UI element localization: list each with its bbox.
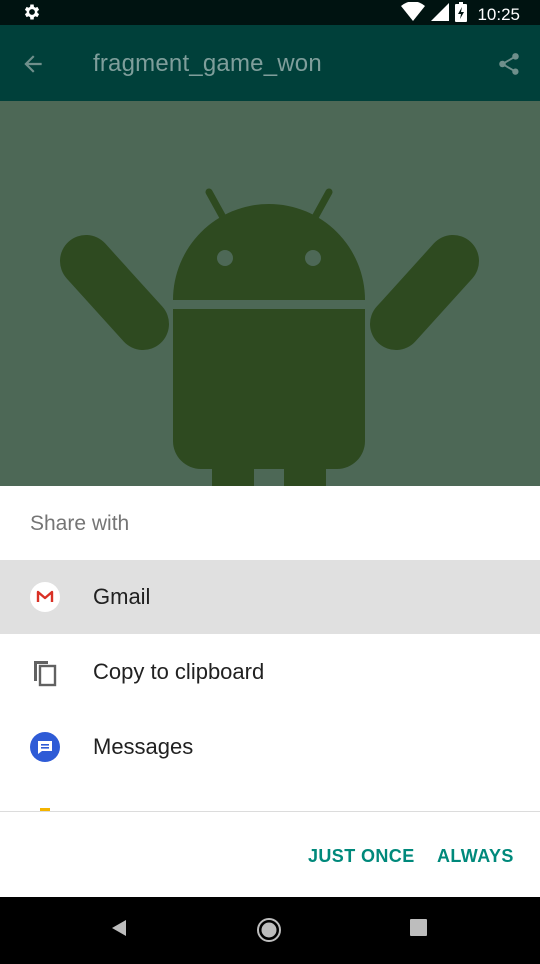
app-bar: fragment_game_won xyxy=(0,25,540,101)
signal-icon xyxy=(431,3,450,26)
always-button[interactable]: ALWAYS xyxy=(437,846,514,867)
share-option-gmail[interactable]: Gmail xyxy=(0,560,540,634)
share-option-messages[interactable]: Messages xyxy=(0,710,540,784)
settings-gear-icon xyxy=(22,2,42,27)
just-once-button[interactable]: JUST ONCE xyxy=(308,846,415,867)
share-sheet: Share with Gmail Copy to clipboard Messa… xyxy=(0,486,540,897)
recents-nav-icon[interactable] xyxy=(409,917,429,944)
share-option-label: Gmail xyxy=(93,584,151,609)
messages-icon xyxy=(30,732,60,762)
share-sheet-heading: Share with xyxy=(30,512,130,535)
back-nav-icon[interactable] xyxy=(108,917,130,944)
android-robot-icon xyxy=(0,188,540,486)
wifi-icon xyxy=(401,1,426,27)
share-option-label: Copy to clipboard xyxy=(93,659,265,684)
share-icon[interactable] xyxy=(496,51,522,82)
divider xyxy=(0,811,540,812)
share-option-label: Messages xyxy=(93,734,194,759)
status-bar: 10:25 xyxy=(0,0,540,25)
page-title: fragment_game_won xyxy=(93,50,322,77)
navigation-bar xyxy=(0,897,540,964)
clipboard-icon xyxy=(30,657,60,687)
share-option-copy-to-clipboard[interactable]: Copy to clipboard xyxy=(0,635,540,709)
home-nav-icon[interactable] xyxy=(256,917,282,948)
content-image-area xyxy=(0,101,540,486)
battery-charging-icon xyxy=(455,2,468,27)
status-time: 10:25 xyxy=(477,4,520,24)
back-arrow-icon[interactable] xyxy=(20,51,46,82)
gmail-icon xyxy=(30,582,60,612)
